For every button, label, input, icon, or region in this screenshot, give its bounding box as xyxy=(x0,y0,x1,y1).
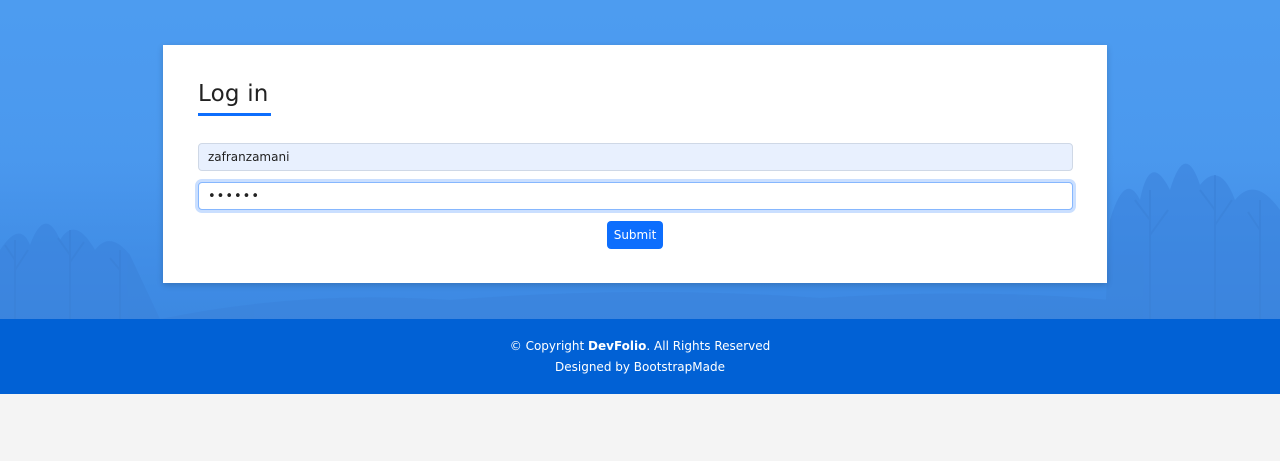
designed-by-prefix: Designed by xyxy=(555,360,634,374)
rights-text: . All Rights Reserved xyxy=(646,339,771,353)
password-input[interactable] xyxy=(198,182,1073,210)
designer-link[interactable]: BootstrapMade xyxy=(634,360,725,374)
copyright-line: © Copyright DevFolio. All Rights Reserve… xyxy=(0,339,1280,353)
credits-line: Designed by BootstrapMade xyxy=(0,360,1280,374)
title-underline xyxy=(198,113,271,116)
username-input[interactable] xyxy=(198,143,1073,171)
footer: © Copyright DevFolio. All Rights Reserve… xyxy=(0,319,1280,394)
submit-button[interactable]: Submit xyxy=(607,221,663,249)
page-title: Log in xyxy=(198,81,269,107)
page-bottom-area xyxy=(0,394,1280,461)
copyright-prefix: © Copyright xyxy=(509,339,589,353)
login-card: Log in Submit xyxy=(163,45,1107,283)
brand-name: DevFolio xyxy=(588,339,647,353)
